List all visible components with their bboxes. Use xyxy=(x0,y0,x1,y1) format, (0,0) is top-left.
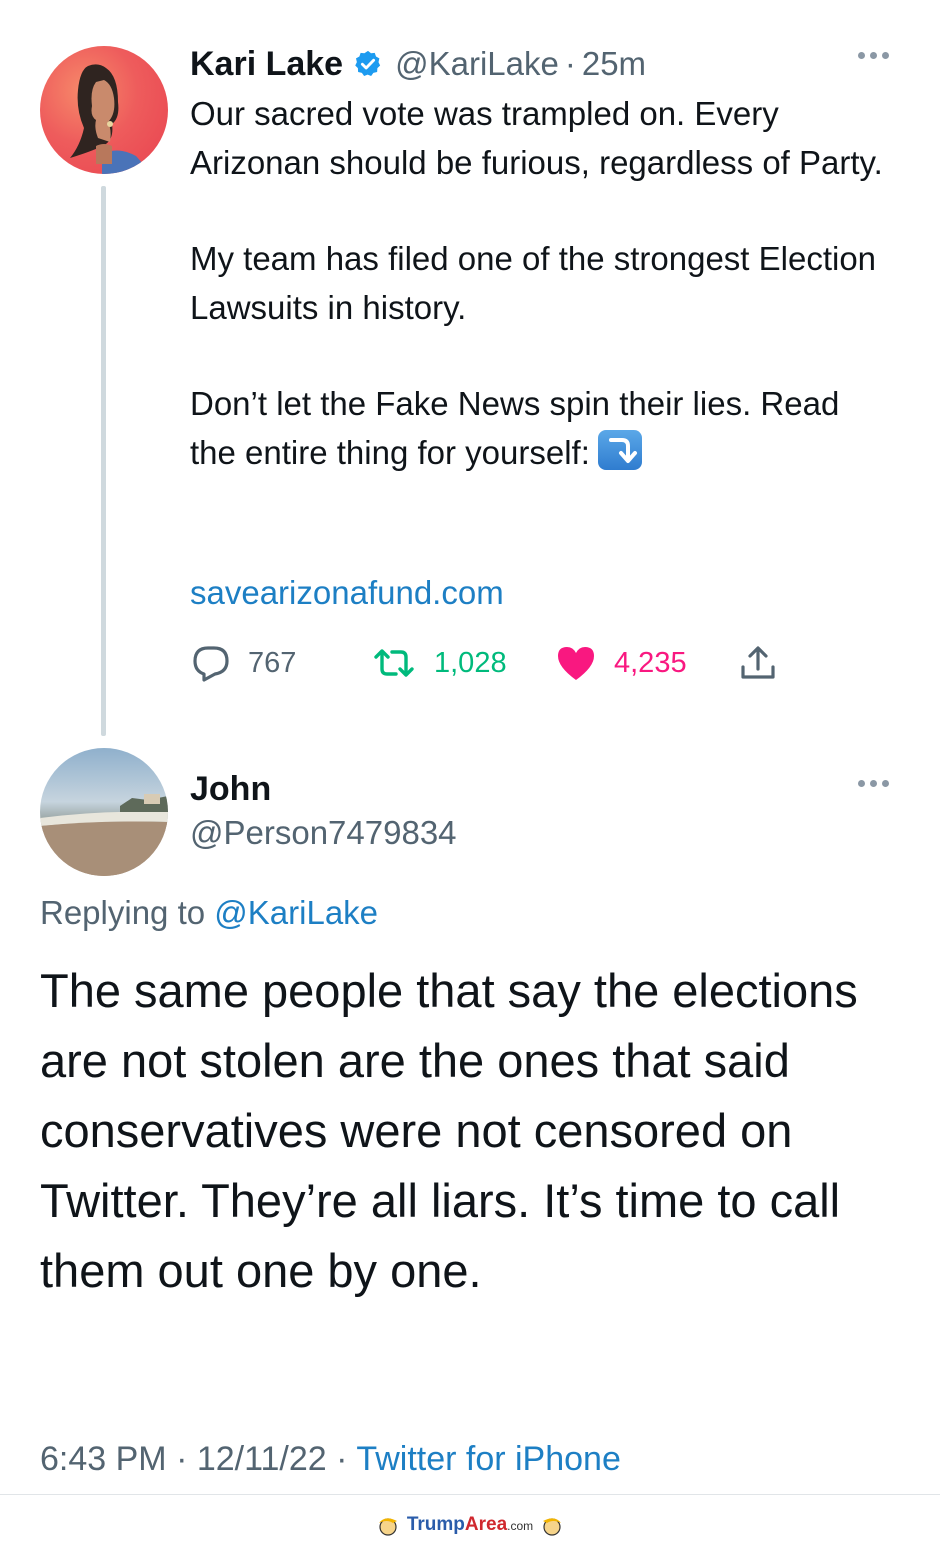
replying-to-line: Replying to @KariLake xyxy=(40,894,378,932)
tweet-paragraph: My team has filed one of the strongest E… xyxy=(190,240,877,326)
reply-author-handle[interactable]: @Person7479834 xyxy=(190,814,457,852)
more-icon xyxy=(858,52,865,59)
reply-author-name[interactable]: John xyxy=(190,770,271,809)
verified-badge-icon xyxy=(355,50,381,76)
tweet-body: Our sacred vote was trampled on. Every A… xyxy=(190,90,890,477)
like-count: 4,235 xyxy=(614,646,687,679)
more-options-button[interactable] xyxy=(858,52,889,59)
like-button[interactable]: 4,235 xyxy=(554,640,687,686)
site-watermark: TrumpArea.com xyxy=(0,1510,940,1540)
replying-mention-link[interactable]: @KariLake xyxy=(214,894,378,931)
arrow-down-right-emoji xyxy=(597,429,642,470)
retweet-count: 1,028 xyxy=(434,646,507,679)
profile-portrait-icon xyxy=(70,64,152,174)
reply-body: The same people that say the elections a… xyxy=(40,964,858,1297)
reply-meta: 6:43 PM · 12/11/22 · Twitter for iPhone xyxy=(40,1440,621,1479)
beach-photo-icon xyxy=(40,794,168,876)
reply-date[interactable]: 12/11/22 xyxy=(197,1440,327,1478)
tweet-paragraph: Our sacred vote was trampled on. Every A… xyxy=(190,95,883,181)
source-client-link[interactable]: Twitter for iPhone xyxy=(356,1440,621,1478)
mascot-icon xyxy=(543,1518,562,1536)
tweet-paragraph: Don’t let the Fake News spin their lies.… xyxy=(190,385,840,471)
reply-more-options-button[interactable] xyxy=(858,780,889,787)
thread-connector-line xyxy=(101,186,106,736)
mascot-icon xyxy=(378,1518,397,1536)
time-separator: · xyxy=(564,45,576,82)
watermark-text: TrumpArea.com xyxy=(406,1514,534,1535)
tweet-header: Kari Lake @KariLake · 25m xyxy=(190,42,646,86)
retweet-button[interactable]: 1,028 xyxy=(370,640,507,686)
share-button[interactable] xyxy=(738,640,794,686)
footer-divider xyxy=(0,1494,940,1495)
share-icon xyxy=(741,646,775,679)
reply-button[interactable]: 767 xyxy=(190,640,296,686)
retweet-icon xyxy=(374,649,414,677)
author-name[interactable]: Kari Lake xyxy=(190,45,343,84)
reply-count: 767 xyxy=(248,646,297,679)
replying-prefix: Replying to xyxy=(40,894,206,931)
reply-icon xyxy=(193,646,229,682)
kari-lake-avatar[interactable] xyxy=(40,46,168,174)
external-link[interactable]: savearizonafund.com xyxy=(190,574,504,612)
meta-separator: · xyxy=(336,1440,348,1478)
more-icon xyxy=(858,780,865,787)
author-handle[interactable]: @KariLake xyxy=(395,45,559,83)
tweet-timestamp[interactable]: 25m xyxy=(582,45,646,83)
meta-separator: · xyxy=(176,1440,188,1478)
reply-time[interactable]: 6:43 PM xyxy=(40,1440,167,1478)
john-avatar[interactable] xyxy=(40,748,168,876)
heart-icon xyxy=(558,647,594,680)
